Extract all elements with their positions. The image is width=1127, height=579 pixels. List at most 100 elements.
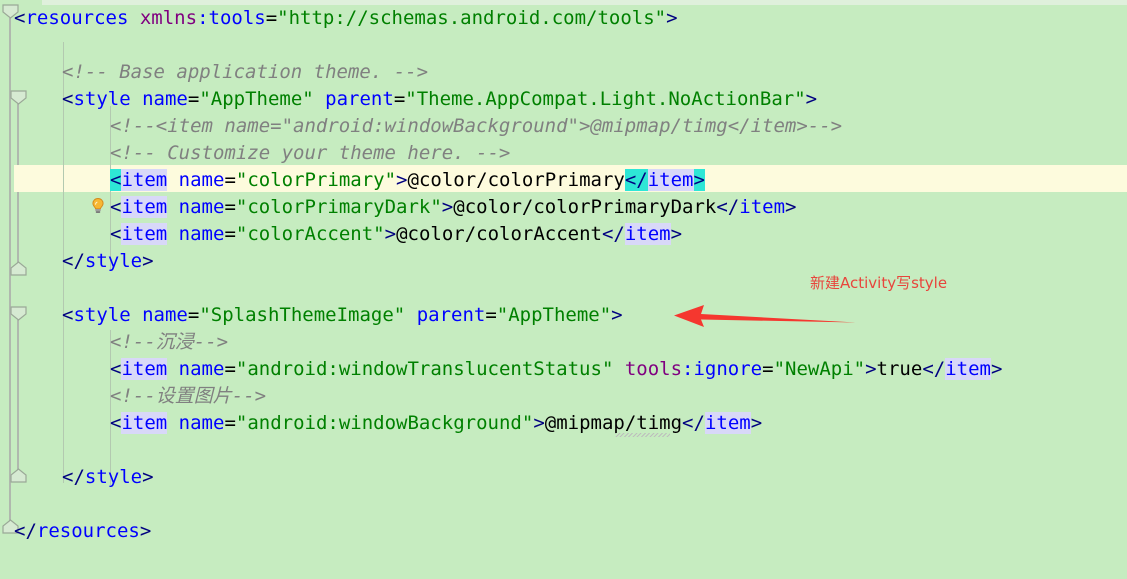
token-close-gt: > <box>139 520 152 542</box>
token-eq: = <box>224 196 236 218</box>
token-close-tag-item: item <box>739 196 786 218</box>
code-line-12[interactable]: <style name="SplashThemeImage" parent="A… <box>0 302 1127 329</box>
token-tag-item: item <box>121 196 168 218</box>
code-line-9[interactable]: <item name="colorAccent">@color/colorAcc… <box>0 221 1127 248</box>
token-ns-tools: tools <box>624 358 683 380</box>
token-lt: < <box>14 7 26 29</box>
token-close-lt: </ <box>62 250 85 272</box>
token-eq: = <box>187 88 200 110</box>
token-lt: < <box>110 412 122 434</box>
token-close-gt-matched: > <box>693 169 705 191</box>
token-close-lt: </ <box>682 412 705 434</box>
token-tag-item: item <box>121 412 168 434</box>
token-value-apptheme: "AppTheme" <box>199 88 314 110</box>
code-line-20[interactable]: </resources> <box>0 518 1127 545</box>
token-eq: = <box>265 7 278 29</box>
token-close-gt: > <box>142 466 154 488</box>
token-eq: = <box>224 358 236 380</box>
token-attr-ignore: :ignore <box>682 358 763 380</box>
token-lt: < <box>110 196 122 218</box>
token-close-gt: > <box>750 412 763 434</box>
token-close-tag-item-matched: item <box>647 169 694 191</box>
xml-code-editor[interactable]: <resources xmlns:tools="http://schemas.a… <box>0 0 1127 579</box>
code-line-4[interactable]: <style name="AppTheme" parent="Theme.App… <box>0 86 1127 113</box>
token-lt-matched: < <box>110 169 122 191</box>
token-gt: > <box>805 88 818 110</box>
code-line-16[interactable]: <item name="android:windowBackground">@m… <box>0 410 1127 437</box>
code-line-1[interactable]: <resources xmlns:tools="http://schemas.a… <box>0 5 1127 32</box>
token-value-splashthemeimage: "SplashThemeImage" <box>199 304 406 326</box>
code-line-3[interactable]: <!-- Base application theme. --> <box>0 59 1127 86</box>
token-gt: > <box>865 358 877 380</box>
token-text-coloraccent-ref: @color/colorAccent <box>396 223 602 245</box>
token-close-lt-matched: </ <box>624 169 648 191</box>
annotation-label: 新建Activity写style <box>810 274 948 292</box>
token-eq: = <box>393 88 406 110</box>
token-text-colorprimary-ref: @color/colorPrimary <box>407 169 625 191</box>
code-line-6[interactable]: <!-- Customize your theme here. --> <box>0 140 1127 167</box>
token-value-apptheme-parent: "AppTheme" <box>496 304 612 326</box>
token-close-tag-item: item <box>704 412 751 434</box>
token-gt: > <box>533 412 545 434</box>
token-gt: > <box>666 7 678 29</box>
token-close-gt: > <box>142 250 154 272</box>
token-gt: > <box>611 304 623 326</box>
token-attr-name: name <box>178 223 225 245</box>
code-line-8[interactable]: <item name="colorPrimaryDark">@color/col… <box>0 194 1127 221</box>
token-text-true: true <box>876 358 923 380</box>
token-lt: < <box>62 304 74 326</box>
token-eq: = <box>224 223 236 245</box>
token-value-translucentstatus: "android:windowTranslucentStatus" <box>235 358 614 380</box>
comment-immersive: <!--沉浸--> <box>110 331 229 353</box>
token-attr-parent: parent <box>325 88 394 110</box>
token-tag-resources: resources <box>25 7 129 29</box>
token-close-gt: > <box>785 196 797 218</box>
token-ns-xmlns: xmlns <box>139 7 198 29</box>
code-line-14[interactable]: <item name="android:windowTranslucentSta… <box>0 356 1127 383</box>
token-close-gt: > <box>670 223 683 245</box>
code-line-15[interactable]: <!--设置图片--> <box>0 383 1127 410</box>
comment-set-image: <!--设置图片--> <box>110 385 267 407</box>
token-gt: > <box>396 169 408 191</box>
token-gt: > <box>384 223 397 245</box>
code-line-5[interactable]: <!--<item name="android:windowBackground… <box>0 113 1127 140</box>
code-line-10[interactable]: </style> <box>0 248 1127 275</box>
token-value-coloraccent: "colorAccent" <box>235 223 385 245</box>
token-attr-name: name <box>142 304 188 326</box>
token-attr-name: name <box>178 169 225 191</box>
token-value-windowbackground: "android:windowBackground" <box>235 412 534 434</box>
code-line-13[interactable]: <!--沉浸--> <box>0 329 1127 356</box>
token-value-colorprimarydark: "colorPrimaryDark" <box>235 196 442 218</box>
token-lt: < <box>110 223 122 245</box>
token-eq: = <box>485 304 497 326</box>
token-value-parent-theme: "Theme.AppCompat.Light.NoActionBar" <box>405 88 806 110</box>
token-eq: = <box>224 169 236 191</box>
token-lt: < <box>62 88 74 110</box>
token-value-schema-url: "http://schemas.android.com/tools" <box>277 7 667 29</box>
token-attr-name: name <box>178 358 225 380</box>
code-line-7[interactable]: <item name="colorPrimary">@color/colorPr… <box>0 167 1127 194</box>
token-close-lt: </ <box>716 196 740 218</box>
token-eq: = <box>224 412 236 434</box>
unresolved-resource-squiggle <box>615 433 670 437</box>
token-tag-item: item <box>121 223 168 245</box>
token-value-colorprimary: "colorPrimary" <box>235 169 397 191</box>
token-lt: < <box>110 358 122 380</box>
code-line-18[interactable]: </style> <box>0 464 1127 491</box>
token-text-mipmap-timg: @mipmap/timg <box>544 412 683 434</box>
token-close-tag-style: style <box>84 466 143 488</box>
code-surface[interactable]: <resources xmlns:tools="http://schemas.a… <box>0 0 1127 579</box>
token-eq: = <box>187 304 200 326</box>
comment-base-theme: <!-- Base application theme. --> <box>62 61 429 83</box>
